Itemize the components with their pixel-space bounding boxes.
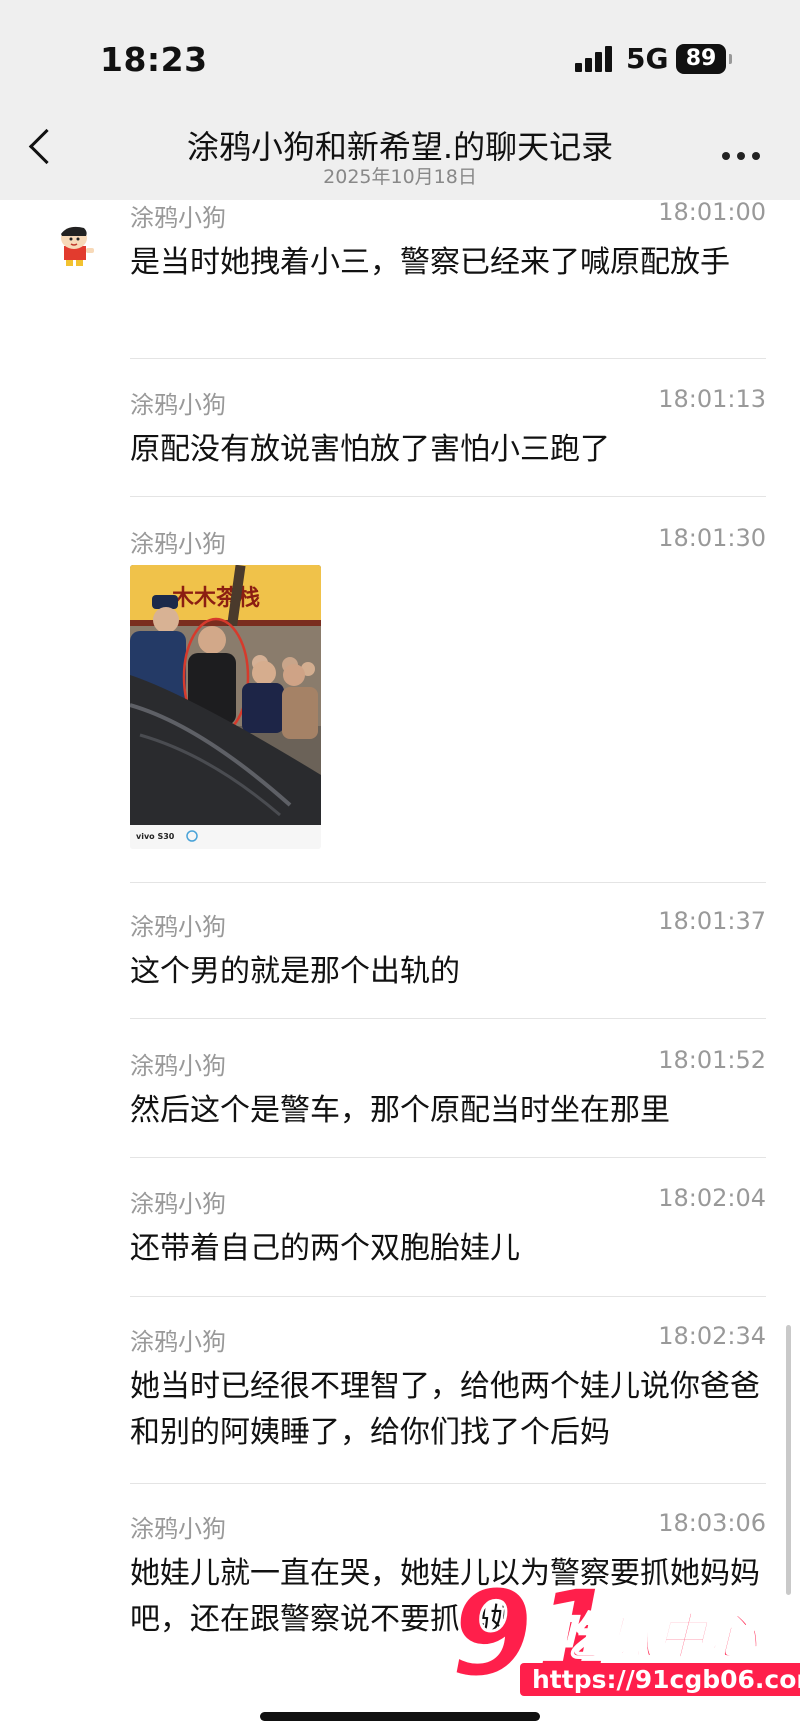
message-time: 18:01:00 xyxy=(658,198,766,226)
nav-bar: 涂鸦小狗和新希望.的聊天记录 2025年10月18日 xyxy=(0,110,800,200)
avatar[interactable] xyxy=(48,218,104,274)
divider xyxy=(130,882,766,883)
sender-name: 涂鸦小狗 xyxy=(130,913,226,941)
message-item[interactable]: 涂鸦小狗 18:01:37 这个男的就是那个出轨的 xyxy=(130,907,766,989)
message-text: 这个男的就是那个出轨的 xyxy=(130,954,460,989)
message-text: 然后这个是警车，那个原配当时坐在那里 xyxy=(130,1093,670,1128)
watermark-url: https://91cgb06.com xyxy=(520,1663,800,1696)
message-time: 18:03:06 xyxy=(658,1509,766,1537)
divider xyxy=(130,1483,766,1484)
divider xyxy=(130,496,766,497)
sender-name: 涂鸦小狗 xyxy=(130,1052,226,1080)
home-indicator[interactable] xyxy=(260,1712,540,1721)
message-item[interactable]: 涂鸦小狗 18:01:13 原配没有放说害怕放了害怕小三跑了 xyxy=(130,385,766,467)
message-time: 18:01:13 xyxy=(658,385,766,413)
message-text: 是当时她拽着小三，警察已经来了喊原配放手 xyxy=(130,245,730,280)
watermark-brand: 吃瓜中心 xyxy=(551,1607,760,1667)
photo-caption: vivo S30 xyxy=(136,832,175,841)
more-dots-icon[interactable] xyxy=(722,152,762,162)
divider xyxy=(130,358,766,359)
message-time: 18:02:04 xyxy=(658,1184,766,1212)
message-text: 原配没有放说害怕放了害怕小三跑了 xyxy=(130,432,610,467)
sender-name: 涂鸦小狗 xyxy=(130,391,226,419)
message-text: 还带着自己的两个双胞胎娃儿 xyxy=(130,1231,520,1266)
signal-icon xyxy=(575,46,615,72)
signboard-text: 木木茶栈 xyxy=(171,585,260,611)
sender-name: 涂鸦小狗 xyxy=(130,530,226,558)
divider xyxy=(130,1296,766,1297)
scrollbar[interactable] xyxy=(786,1325,791,1595)
sender-name: 涂鸦小狗 xyxy=(130,1328,226,1356)
status-bar: 18:23 5G 89 xyxy=(0,0,800,110)
status-time: 18:23 xyxy=(100,40,208,79)
divider xyxy=(130,1018,766,1019)
sender-name: 涂鸦小狗 xyxy=(130,1515,226,1543)
avatar-crayon-shinchan xyxy=(61,226,94,266)
sender-name: 涂鸦小狗 xyxy=(130,1190,226,1218)
message-item[interactable]: 涂鸦小狗 18:02:04 还带着自己的两个双胞胎娃儿 xyxy=(130,1184,766,1266)
message-time: 18:02:34 xyxy=(658,1322,766,1350)
message-time: 18:01:52 xyxy=(658,1046,766,1074)
message-image[interactable]: 木木茶栈 vivo S30 xyxy=(130,565,321,849)
page-subtitle-date: 2025年10月18日 xyxy=(323,166,477,188)
message-time: 18:01:37 xyxy=(658,907,766,935)
battery-tip xyxy=(729,54,732,64)
battery-icon: 89 xyxy=(676,44,726,74)
message-item[interactable]: 涂鸦小狗 18:01:52 然后这个是警车，那个原配当时坐在那里 xyxy=(130,1046,766,1128)
watermark-logo: 91 吃瓜中心 https://91cgb06.com xyxy=(440,1564,800,1715)
divider xyxy=(130,1157,766,1158)
network-type: 5G xyxy=(626,42,669,75)
message-item[interactable]: 涂鸦小狗 18:01:00 是当时她拽着小三，警察已经来了喊原配放手 xyxy=(130,198,766,348)
photo-thumbnail: 木木茶栈 vivo S30 xyxy=(130,565,321,849)
sender-name: 涂鸦小狗 xyxy=(130,204,226,232)
message-item: 涂鸦小狗 18:01:30 xyxy=(130,524,766,564)
message-item[interactable]: 涂鸦小狗 18:02:34 她当时已经很不理智了，给他两个娃儿说你爸爸和别的阿姨… xyxy=(130,1322,766,1462)
message-text: 她当时已经很不理智了，给他两个娃儿说你爸爸和别的阿姨睡了，给你们找了个后妈 xyxy=(130,1369,760,1450)
message-time: 18:01:30 xyxy=(658,524,766,552)
